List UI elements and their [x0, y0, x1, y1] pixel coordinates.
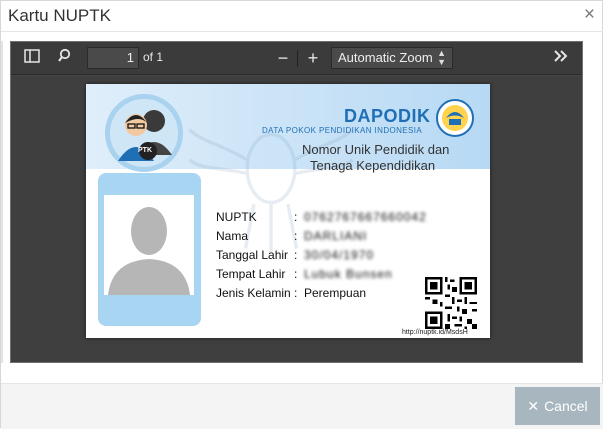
updown-caret-icon: ▲ ▼ — [437, 48, 446, 67]
search-icon[interactable] — [55, 48, 77, 69]
page-area[interactable]: PTK DAPODIK DATA POKOK PENDIDIKAN INDONE… — [11, 76, 582, 362]
field-label: Nama — [216, 229, 249, 243]
field-colon: : — [294, 286, 298, 300]
field-row: Tanggal Lahir : 30/04/1970 — [216, 248, 454, 267]
zoom-select[interactable]: Automatic Zoom ▲ ▼ — [331, 47, 453, 69]
cancel-button[interactable]: ✕ Cancel — [515, 387, 600, 425]
field-colon: : — [294, 267, 298, 281]
avatar-badge-label: PTK — [138, 147, 152, 154]
double-chevron-right-icon-svg — [554, 50, 568, 62]
viewer-toolbar: 1 of 1 − + Automatic Zoom ▲ ▼ — [11, 42, 582, 75]
field-value: 30/04/1970 — [304, 248, 375, 262]
brand-subtitle: DATA POKOK PENDIDIKAN INDONESIA — [262, 126, 423, 135]
cancel-label: Cancel — [544, 398, 588, 414]
field-colon: : — [294, 248, 298, 262]
sidebar-toggle-icon-svg — [24, 49, 40, 63]
brand-name: DAPODIK — [344, 106, 431, 126]
page-count-label: of 1 — [143, 50, 164, 64]
search-icon-svg — [58, 48, 71, 62]
field-label: Jenis Kelamin — [216, 286, 291, 300]
field-value: DARLIANI — [304, 229, 368, 243]
close-icon[interactable]: × — [584, 5, 595, 25]
field-row: Nama : DARLIANI — [216, 229, 454, 248]
field-row: Tempat Lahir : Lubuk Bunsen — [216, 267, 454, 286]
dialog-footer: ✕ Cancel — [1, 383, 603, 429]
nuptk-dialog: Kartu NUPTK × 1 of 1 − + Automatic Zoom … — [0, 0, 603, 429]
dialog-header: Kartu NUPTK × — [1, 1, 603, 32]
tut-wuri-seal-icon — [436, 99, 474, 137]
card-heading-line2: Tenaga Kependidikan — [310, 158, 436, 173]
toolbar-separator — [297, 50, 298, 67]
field-label: Tempat Lahir — [216, 267, 286, 281]
nuptk-card: PTK DAPODIK DATA POKOK PENDIDIKAN INDONE… — [86, 84, 490, 338]
card-heading: Nomor Unik Pendidik dan Tenaga Kependidi… — [302, 142, 449, 174]
zoom-select-value: Automatic Zoom — [338, 50, 433, 65]
field-label: NUPTK — [216, 210, 257, 224]
close-icon: ✕ — [527, 398, 540, 414]
dialog-edge — [1, 41, 3, 363]
photo-panel — [98, 173, 201, 326]
field-value: 0762767667660042 — [304, 210, 427, 224]
field-row: Jenis Kelamin : Perempuan — [216, 286, 454, 305]
person-silhouette-icon — [108, 207, 190, 295]
identity-fields: NUPTK : 0762767667660042 Nama : DARLIANI… — [216, 210, 454, 305]
avatar-badge: PTK — [105, 94, 183, 172]
qr-url: http://nuptk.id/MsdsH — [402, 329, 468, 336]
card-heading-line1: Nomor Unik Pendidik dan — [302, 142, 450, 157]
people-icon — [118, 110, 172, 161]
pdf-viewer: 1 of 1 − + Automatic Zoom ▲ ▼ PTK DAPODI… — [10, 41, 583, 363]
qr-code-icon — [425, 277, 477, 329]
zoom-in-button[interactable]: + — [303, 48, 323, 69]
field-colon: : — [294, 229, 298, 243]
double-chevron-right-icon[interactable] — [549, 48, 573, 69]
photo-placeholder — [104, 195, 194, 295]
field-row: NUPTK : 0762767667660042 — [216, 210, 454, 229]
page-number-input[interactable]: 1 — [87, 47, 139, 69]
sidebar-toggle-icon[interactable] — [21, 48, 43, 69]
field-label: Tanggal Lahir — [216, 248, 289, 262]
seal-emblem-svg — [442, 105, 468, 131]
dialog-title: Kartu NUPTK — [8, 6, 111, 25]
zoom-out-button[interactable]: − — [273, 48, 293, 69]
field-colon: : — [294, 210, 298, 224]
